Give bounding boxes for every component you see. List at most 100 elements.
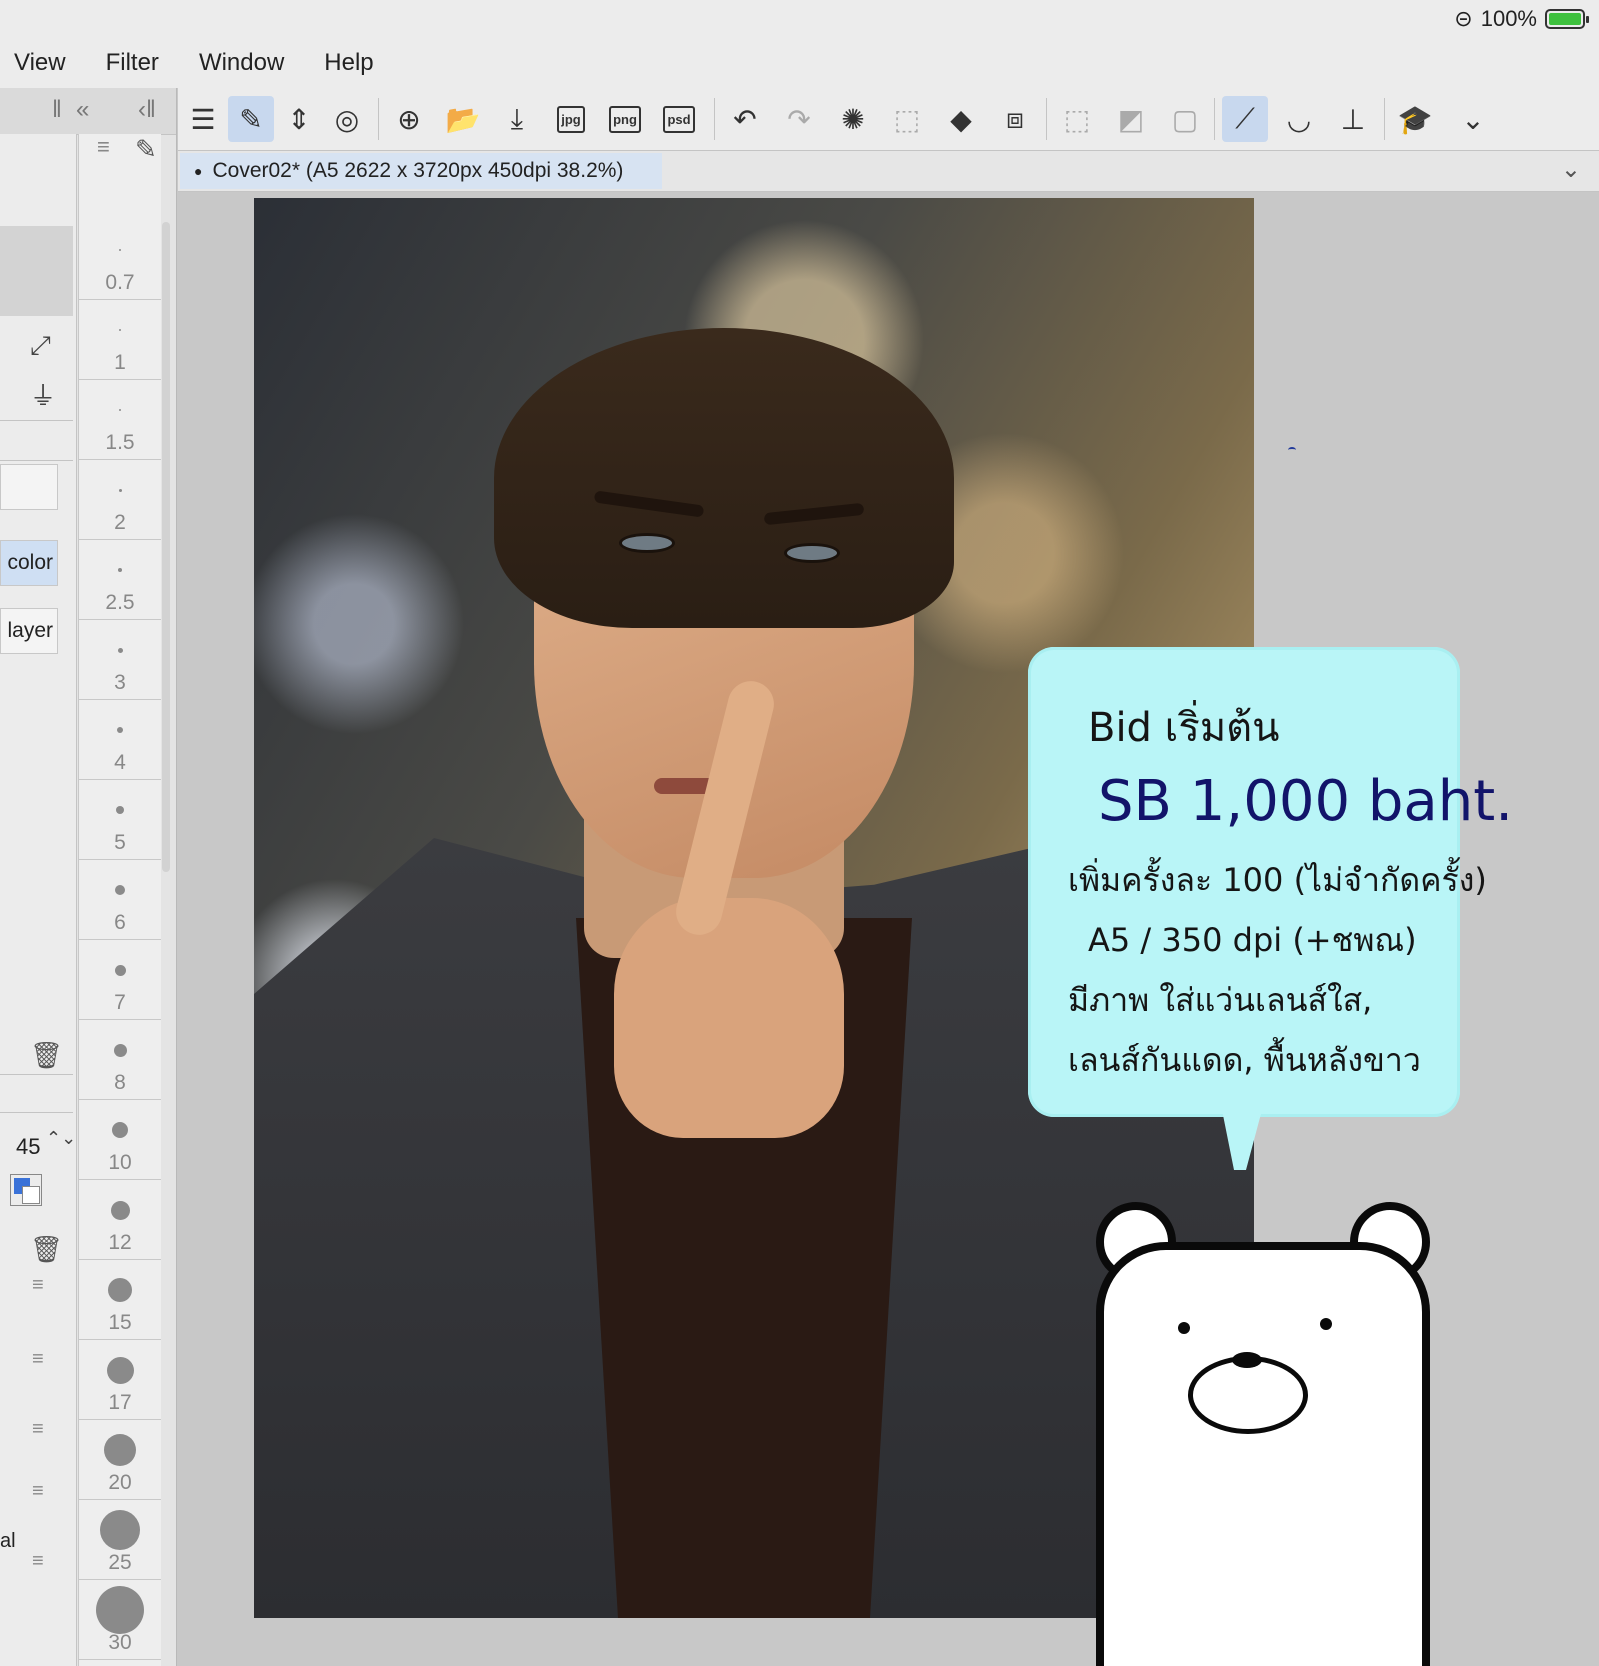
brush-size-cell[interactable]: 15	[79, 1260, 161, 1340]
brush-size-cell[interactable]: 2.5	[79, 540, 161, 620]
opacity-value[interactable]: 45	[16, 1134, 40, 1160]
brush-size-cell[interactable]: 6	[79, 860, 161, 940]
document-tab-bar: ● Cover02* (A5 2622 x 3720px 450dpi 38.2…	[178, 151, 1599, 192]
redo-icon[interactable]: ↷	[776, 96, 822, 142]
export-psd-label: psd	[663, 105, 695, 133]
save-icon[interactable]: ⤓	[494, 96, 540, 142]
transform-icon[interactable]: ⧈	[992, 96, 1038, 142]
bubble-line-5: มีภาพ ใส่แว่นเลนส์ใส,	[1068, 981, 1373, 1019]
edit-mode-icon[interactable]: ✎	[228, 96, 274, 142]
clear-icon[interactable]: ✺	[830, 96, 876, 142]
brush-size-label: 2.5	[105, 591, 135, 614]
layer-properties-panel: ⤢ ⏚ color layer 🗑 45 ⌃⌄ 🗑 ≡ ≡ ≡ ≡ ≡ al	[0, 134, 77, 1666]
brush-size-dot	[119, 409, 121, 411]
brush-size-cell[interactable]: 25	[79, 1500, 161, 1580]
brush-size-cell[interactable]: 4	[79, 700, 161, 780]
flip-vertical-icon[interactable]: ⏚	[30, 376, 56, 413]
ruler-snap-icon[interactable]: ⟋	[1222, 96, 1268, 142]
brush-size-dot	[119, 249, 121, 251]
brush-size-cell[interactable]: 17	[79, 1340, 161, 1420]
menu-help[interactable]: Help	[324, 49, 373, 77]
bubble-line-3: เพิ่มครั้งละ 100 (ไม่จำกัดครั้ง)	[1068, 861, 1487, 899]
selection-border-icon[interactable]: ▢	[1162, 96, 1208, 142]
chevron-down-icon[interactable]: ⌄	[1450, 96, 1496, 142]
special-ruler-snap-icon[interactable]: ◡	[1276, 96, 1322, 142]
bear-doodle	[1096, 1202, 1436, 1666]
brush-size-label: 15	[108, 1311, 132, 1334]
menu-view[interactable]: View	[14, 49, 66, 77]
brush-size-label: 0.7	[105, 271, 135, 294]
collapse-panel-icon[interactable]: ‹‖	[138, 96, 156, 124]
delete-icon-2[interactable]: 🗑	[30, 1234, 63, 1265]
collapse-left-icon[interactable]: «	[76, 96, 89, 124]
layer-field[interactable]	[0, 464, 58, 510]
document-tab[interactable]: ● Cover02* (A5 2622 x 3720px 450dpi 38.2…	[180, 153, 662, 189]
battery-fill	[1549, 13, 1581, 25]
export-png-label: png	[609, 105, 641, 133]
menu-window[interactable]: Window	[199, 49, 284, 77]
menu-filter[interactable]: Filter	[106, 49, 159, 77]
speech-bubble: Bid เริ่มต้น SB 1,000 baht. เพิ่มครั้งละ…	[1028, 647, 1513, 1117]
palette-scrollbar[interactable]	[162, 222, 170, 872]
bubble-line-2: SB 1,000 baht.	[1098, 769, 1513, 834]
delete-icon[interactable]: 🗑	[30, 1040, 63, 1071]
brush-size-cell[interactable]: 1.5	[79, 380, 161, 460]
drag-handle-icon[interactable]: ≡	[32, 1550, 44, 1573]
bear-body	[1096, 1242, 1430, 1666]
brush-size-cell[interactable]: 3	[79, 620, 161, 700]
brush-size-dot	[116, 806, 124, 814]
brush-size-dot	[118, 488, 122, 492]
menu-bar: View Filter Window Help	[0, 38, 1599, 88]
drag-handle-icon[interactable]: ≡	[32, 1480, 44, 1503]
grid-snap-icon[interactable]: ⊥	[1330, 96, 1376, 142]
drag-handle-icon[interactable]: ≡	[32, 1274, 44, 1297]
brush-size-dot	[96, 1586, 144, 1634]
brush-settings-icon[interactable]: ✎	[135, 134, 157, 165]
export-jpg-label: jpg	[557, 105, 585, 133]
open-folder-icon[interactable]: 📂	[440, 96, 486, 142]
menu-icon[interactable]: ≡	[97, 134, 110, 160]
brush-size-cell[interactable]: 12	[79, 1180, 161, 1260]
drag-handle-icon[interactable]: ≡	[32, 1348, 44, 1371]
canvas-area[interactable]: Bid เริ่มต้น SB 1,000 baht. เพิ่มครั้งละ…	[178, 192, 1599, 1666]
brush-size-cell[interactable]: 2	[79, 460, 161, 540]
export-psd-button[interactable]: psd	[656, 96, 702, 142]
panel-grip-icon[interactable]: ‖	[52, 96, 62, 124]
undo-icon[interactable]: ↶	[722, 96, 768, 142]
fill-icon[interactable]: ◆	[938, 96, 984, 142]
brush-size-label: 20	[108, 1471, 132, 1494]
brush-size-dot	[110, 1200, 130, 1220]
brush-size-cell[interactable]: 8	[79, 1020, 161, 1100]
battery-icon	[1545, 9, 1589, 29]
new-file-icon[interactable]: ⊕	[386, 96, 432, 142]
brush-size-dot	[115, 885, 125, 895]
invert-selection-icon[interactable]: ◩	[1108, 96, 1154, 142]
layer-row-layer[interactable]: layer	[0, 608, 58, 654]
export-jpg-button[interactable]: jpg	[548, 96, 594, 142]
fit-icon[interactable]: ⤢	[30, 330, 51, 362]
layer-row-color[interactable]: color	[0, 540, 58, 586]
bubble-line-6: เลนส์กันแดด, พื้นหลังขาว	[1068, 1041, 1421, 1079]
tab-list-chevron-icon[interactable]: ⌄	[1561, 155, 1581, 184]
export-png-button[interactable]: png	[602, 96, 648, 142]
brush-size-cell[interactable]: 7	[79, 940, 161, 1020]
eye	[619, 533, 675, 553]
color-swatch[interactable]	[10, 1174, 42, 1206]
drag-handle-icon[interactable]: ≡	[32, 1418, 44, 1441]
hand	[614, 898, 844, 1138]
brush-size-cell[interactable]: 1	[79, 300, 161, 380]
main-menu-icon[interactable]: ☰	[180, 96, 226, 142]
select-dotted-icon[interactable]: ⬚	[884, 96, 930, 142]
resize-arrows-icon[interactable]: ⇕	[276, 96, 322, 142]
learn-icon[interactable]: 🎓	[1392, 96, 1438, 142]
deselect-icon[interactable]: ⬚	[1054, 96, 1100, 142]
brush-size-cell[interactable]: 30	[79, 1580, 161, 1660]
command-bar: ☰ ✎ ⇕ ◎ ⊕ 📂 ⤓ jpg png psd ↶ ↷ ✺ ⬚ ◆ ⧈ ⬚ …	[178, 88, 1599, 151]
brush-size-cell[interactable]: 20	[79, 1420, 161, 1500]
brush-size-cell[interactable]: 10	[79, 1100, 161, 1180]
brush-size-cell[interactable]: 5	[79, 780, 161, 860]
brush-size-cell[interactable]: 0.7	[79, 220, 161, 300]
stepper-icon[interactable]: ⌃⌄	[46, 1128, 76, 1149]
brush-size-dot	[117, 647, 123, 653]
clip-studio-icon[interactable]: ◎	[324, 96, 370, 142]
